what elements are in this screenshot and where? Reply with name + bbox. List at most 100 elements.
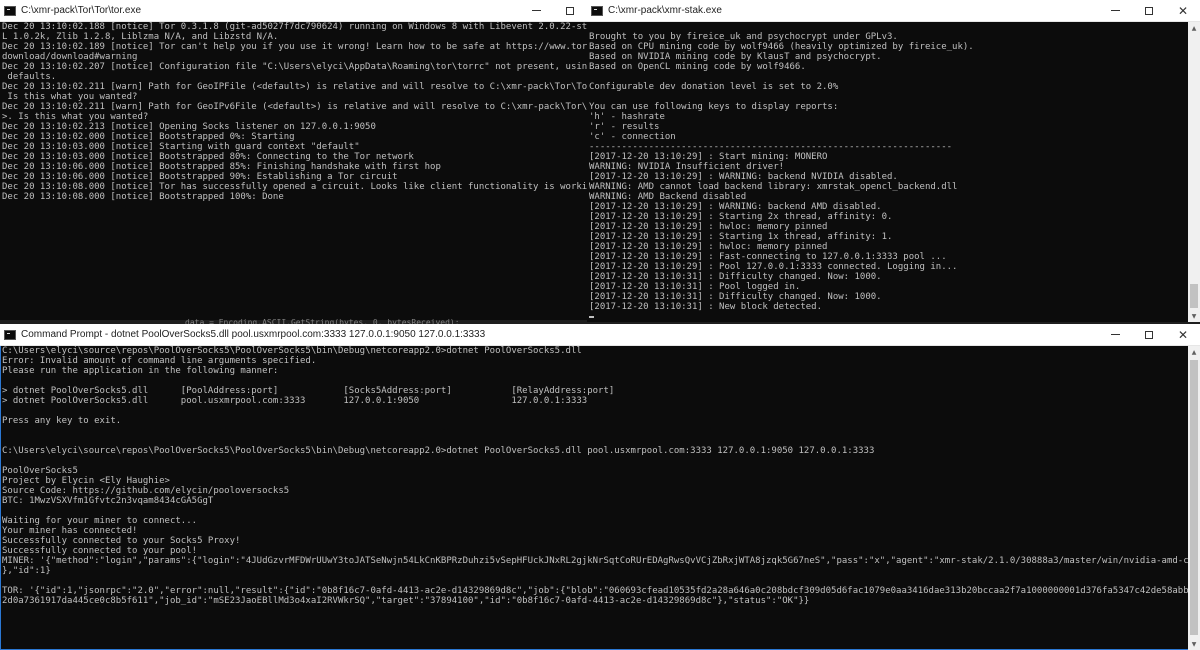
console-line: Successfully connected to your pool! xyxy=(2,546,198,556)
console-line: Dec 20 13:10:02.211 [warn] Path for GeoI… xyxy=(2,82,587,92)
console-app-icon xyxy=(591,5,603,16)
console-line: Dec 20 13:10:03.000 [notice] Starting wi… xyxy=(2,142,360,152)
console-line: Dec 20 13:10:02.188 [notice] Tor 0.3.1.8… xyxy=(2,22,587,32)
close-icon: ✕ xyxy=(1177,327,1189,342)
console-line: Dec 20 13:10:06.000 [notice] Bootstrappe… xyxy=(2,172,398,182)
console-line: L 1.0.2k, Zlib 1.2.8, Liblzma N/A, and L… xyxy=(2,32,279,42)
console-app-icon xyxy=(4,5,16,16)
scrollbar-thumb[interactable] xyxy=(1190,284,1198,308)
console-line: WARNING: NVIDIA Insufficient driver! xyxy=(589,162,785,172)
console-line: Configurable dev donation level is set t… xyxy=(589,82,839,92)
console-line: Dec 20 13:10:02.211 [warn] Path for GeoI… xyxy=(2,102,587,112)
tor-window[interactable]: C:\xmr-pack\Tor\Tor\tor.exe Dec 20 13:10… xyxy=(0,0,587,320)
console-line: Dec 20 13:10:02.000 [notice] Bootstrappe… xyxy=(2,132,295,142)
console-line: [2017-12-20 13:10:29] : Start mining: MO… xyxy=(589,152,828,162)
xmr-stak-window[interactable]: C:\xmr-pack\xmr-stak.exe ✕ Brought to yo… xyxy=(587,0,1200,322)
close-icon: ✕ xyxy=(1177,3,1189,18)
scroll-down-arrow-icon[interactable]: ▼ xyxy=(1188,310,1200,322)
scroll-up-arrow-icon[interactable]: ▲ xyxy=(1188,22,1200,34)
scroll-down-arrow-icon[interactable]: ▼ xyxy=(1188,638,1200,650)
console-line: C:\Users\elyci\source\repos\PoolOverSock… xyxy=(2,446,875,456)
console-line: Error: Invalid amount of command line ar… xyxy=(2,356,317,366)
tor-window-title: C:\xmr-pack\Tor\Tor\tor.exe xyxy=(21,5,142,16)
console-line: Based on CPU mining code by wolf9466 (he… xyxy=(589,42,974,52)
minimize-icon xyxy=(1110,334,1120,335)
console-line: BTC: 1MwzVSXVfm1Gfvtc2n3vqam8434cGA5GgT xyxy=(2,496,214,506)
minimize-button[interactable] xyxy=(519,0,553,21)
minimize-button[interactable] xyxy=(1098,324,1132,345)
tor-titlebar[interactable]: C:\xmr-pack\Tor\Tor\tor.exe xyxy=(0,0,587,22)
console-line: 2d0a7361917da445ce0c8b5f611","job_id":"m… xyxy=(2,596,810,606)
tor-console-output: Dec 20 13:10:02.188 [notice] Tor 0.3.1.8… xyxy=(2,22,587,320)
maximize-icon xyxy=(1145,6,1153,15)
console-line: Source Code: https://github.com/elycin/p… xyxy=(2,486,290,496)
close-button[interactable]: ✕ xyxy=(1166,0,1200,21)
console-line: Brought to you by fireice_uk and psychoc… xyxy=(589,32,898,42)
console-line: Press any key to exit. xyxy=(2,416,122,426)
console-line: TOR: '{"id":1,"jsonrpc":"2.0","error":nu… xyxy=(2,586,1188,596)
console-line: [2017-12-20 13:10:29] : Fast-connecting … xyxy=(589,252,947,262)
console-line: 'c' - connection xyxy=(589,132,676,142)
console-line: [2017-12-20 13:10:29] : hwloc: memory pi… xyxy=(589,242,828,252)
command-prompt-scrollbar[interactable]: ▲ ▼ xyxy=(1188,346,1200,650)
console-line: Dec 20 13:10:08.000 [notice] Tor has suc… xyxy=(2,182,587,192)
maximize-button[interactable] xyxy=(1132,0,1166,21)
console-line: Your miner has connected! xyxy=(2,526,138,536)
console-line: Please run the application in the follow… xyxy=(2,366,279,376)
maximize-button[interactable] xyxy=(1132,324,1166,345)
console-line: Dec 20 13:10:02.189 [notice] Tor can't h… xyxy=(2,42,587,52)
console-line: Successfully connected to your Socks5 Pr… xyxy=(2,536,241,546)
console-line: [2017-12-20 13:10:29] : WARNING: backend… xyxy=(589,202,882,212)
console-line: Waiting for your miner to connect... xyxy=(2,516,198,526)
console-line: You can use following keys to display re… xyxy=(589,102,839,112)
maximize-icon xyxy=(1145,330,1153,339)
console-line: [2017-12-20 13:10:31] : Difficulty chang… xyxy=(589,272,882,282)
xmr-stak-scrollbar[interactable]: ▲ ▼ xyxy=(1188,22,1200,322)
maximize-icon xyxy=(566,6,574,15)
xmr-stak-titlebar[interactable]: C:\xmr-pack\xmr-stak.exe ✕ xyxy=(587,0,1200,22)
console-line: [2017-12-20 13:10:31] : Difficulty chang… xyxy=(589,292,882,302)
command-prompt-output: C:\Users\elyci\source\repos\PoolOverSock… xyxy=(2,346,1188,650)
console-line: [2017-12-20 13:10:29] : WARNING: backend… xyxy=(589,172,898,182)
console-line: >. Is this what you wanted? xyxy=(2,112,149,122)
console-line: Is this what you wanted? xyxy=(2,92,138,102)
console-line: > dotnet PoolOverSocks5.dll pool.usxmrpo… xyxy=(2,396,588,406)
scroll-up-arrow-icon[interactable]: ▲ xyxy=(1188,346,1200,358)
console-line: [2017-12-20 13:10:29] : Starting 1x thre… xyxy=(589,232,893,242)
console-line: C:\Users\elyci\source\repos\PoolOverSock… xyxy=(2,346,582,356)
console-line: defaults. xyxy=(2,72,57,82)
close-button[interactable]: ✕ xyxy=(1166,324,1200,345)
console-cursor xyxy=(589,316,594,318)
console-line: Dec 20 13:10:03.000 [notice] Bootstrappe… xyxy=(2,152,414,162)
console-line: [2017-12-20 13:10:29] : Starting 2x thre… xyxy=(589,212,893,222)
scrollbar-thumb[interactable] xyxy=(1190,360,1198,635)
console-line: Dec 20 13:10:02.213 [notice] Opening Soc… xyxy=(2,122,376,132)
command-prompt-titlebar[interactable]: Command Prompt - dotnet PoolOverSocks5.d… xyxy=(0,324,1200,346)
xmr-stak-window-title: C:\xmr-pack\xmr-stak.exe xyxy=(608,5,722,16)
console-line: [2017-12-20 13:10:31] : Pool logged in. xyxy=(589,282,801,292)
console-line: download/download#warning xyxy=(2,52,138,62)
console-line: 'r' - results xyxy=(589,122,660,132)
console-line: PoolOverSocks5 xyxy=(2,466,78,476)
xmr-stak-console-output: Brought to you by fireice_uk and psychoc… xyxy=(589,22,1188,322)
minimize-icon xyxy=(1110,10,1120,11)
console-line: },"id":1} xyxy=(2,566,51,576)
maximize-button[interactable] xyxy=(553,0,587,21)
console-line: WARNING: AMD Backend disabled xyxy=(589,192,747,202)
cmd-app-icon xyxy=(4,329,16,340)
minimize-button[interactable] xyxy=(1098,0,1132,21)
command-prompt-window[interactable]: Command Prompt - dotnet PoolOverSocks5.d… xyxy=(0,324,1200,650)
console-line: ----------------------------------------… xyxy=(589,142,953,152)
console-line: WARNING: AMD cannot load backend library… xyxy=(589,182,958,192)
console-line: [2017-12-20 13:10:31] : New block detect… xyxy=(589,302,822,312)
console-line: Dec 20 13:10:06.000 [notice] Bootstrappe… xyxy=(2,162,441,172)
console-line: > dotnet PoolOverSocks5.dll [PoolAddress… xyxy=(2,386,615,396)
